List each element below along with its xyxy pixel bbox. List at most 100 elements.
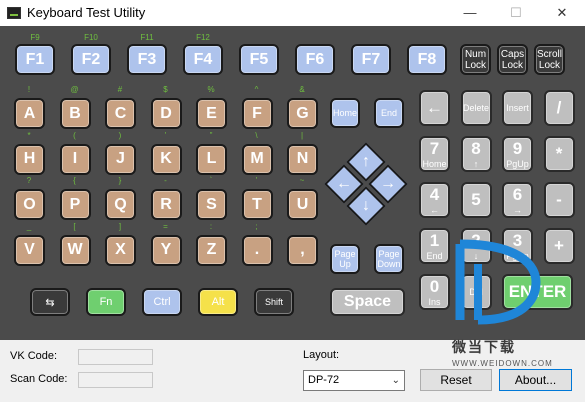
key-f8[interactable]: F8: [407, 44, 447, 75]
key-label: W: [67, 241, 83, 258]
lock-key[interactable]: Num Lock: [460, 44, 491, 75]
key-letter[interactable]: V: [14, 234, 45, 266]
numpad-key[interactable]: 6 →: [502, 182, 533, 218]
key-letter[interactable]: E: [196, 98, 227, 129]
key-f5[interactable]: F5: [239, 44, 279, 75]
numpad-key[interactable]: 0 Ins: [419, 274, 450, 310]
key-letter[interactable]: R: [150, 189, 182, 220]
key-label: F1: [25, 50, 45, 68]
letter-sublabel: (: [73, 130, 76, 140]
numpad-key[interactable]: 4 ←: [419, 182, 450, 218]
modifier-⇆[interactable]: ⇆: [30, 288, 70, 316]
nav-key-label: Page Down: [377, 249, 401, 269]
letter-sublabel: ): [118, 130, 122, 140]
key-f1[interactable]: F1: [15, 44, 55, 75]
key-label: R: [160, 195, 172, 213]
key-f3[interactable]: F3: [127, 44, 167, 75]
numpad-key[interactable]: ←: [419, 90, 450, 126]
numpad-key-label: 9: [512, 139, 523, 158]
key-page-down[interactable]: Page Down: [374, 244, 404, 274]
key-letter[interactable]: J: [105, 143, 136, 175]
about-button[interactable]: About...: [499, 369, 572, 391]
modifier-label: Alt: [211, 296, 225, 308]
key-letter[interactable]: C: [105, 98, 136, 129]
key-letter[interactable]: K: [150, 143, 182, 175]
numpad-key[interactable]: -: [543, 182, 575, 218]
key-letter[interactable]: B: [59, 98, 91, 129]
key-letter[interactable]: H: [14, 143, 45, 175]
modifier-alt[interactable]: Alt: [198, 288, 238, 316]
space-label: Space: [343, 293, 392, 310]
key-letter[interactable]: G: [287, 98, 318, 129]
nav-key-label: Home: [332, 108, 357, 118]
key-label: ,: [300, 241, 305, 258]
space-key[interactable]: Space: [330, 288, 405, 316]
key-label: F7: [361, 50, 381, 68]
lock-key[interactable]: Scroll Lock: [534, 44, 565, 75]
key-letter[interactable]: W: [59, 234, 91, 266]
numpad-key[interactable]: 5: [460, 182, 492, 218]
fkey-sublabel: F12: [196, 33, 210, 42]
numpad-key-sublabel: Ins: [428, 297, 441, 307]
key-label: S: [206, 195, 217, 213]
key-label: I: [72, 150, 78, 167]
key-letter[interactable]: P: [59, 189, 91, 220]
chevron-down-icon: ⌄: [391, 375, 400, 386]
maximize-button[interactable]: ☐: [493, 0, 539, 26]
key-letter[interactable]: Q: [105, 189, 136, 220]
key-letter[interactable]: D: [150, 98, 182, 129]
numpad-key-label: /: [556, 98, 562, 117]
lock-key-label: Caps Lock: [500, 48, 525, 71]
modifier-ctrl[interactable]: Ctrl: [142, 288, 182, 316]
key-letter[interactable]: ,: [287, 234, 318, 266]
letter-sublabel: ?: [26, 176, 32, 185]
key-label: O: [23, 195, 36, 213]
numpad-key-label: 6: [512, 185, 523, 204]
numpad-key[interactable]: 7 Home: [419, 136, 450, 172]
layout-select[interactable]: DP-72 ⌄: [303, 370, 405, 391]
key-letter[interactable]: I: [59, 143, 91, 175]
key-f7[interactable]: F7: [351, 44, 391, 75]
modifier-label: Shift: [264, 297, 283, 307]
reset-button[interactable]: Reset: [420, 369, 492, 391]
key-letter[interactable]: S: [196, 189, 227, 220]
keyboard-test-window: Keyboard Test Utility — ☐ ✕ F9 F1 F10 F2 F11…: [0, 0, 585, 402]
numpad-key-label: 5: [471, 190, 481, 209]
numpad-key[interactable]: Delete: [460, 90, 492, 126]
key-letter[interactable]: O: [14, 189, 45, 220]
modifier-fn[interactable]: Fn: [86, 288, 126, 316]
key-home[interactable]: Home: [330, 98, 360, 128]
key-letter[interactable]: L: [196, 143, 227, 175]
key-page-up[interactable]: Page Up: [330, 244, 360, 274]
key-label: J: [116, 150, 125, 167]
key-f4[interactable]: F4: [183, 44, 223, 75]
key-f6[interactable]: F6: [295, 44, 335, 75]
modifier-shift[interactable]: Shift: [254, 288, 294, 316]
numpad-key-sublabel: ↑: [473, 159, 479, 169]
numpad-key[interactable]: 1 End: [419, 228, 450, 264]
key-letter[interactable]: N: [287, 143, 318, 175]
key-letter[interactable]: X: [105, 234, 136, 266]
key-letter[interactable]: U: [287, 189, 318, 220]
key-letter[interactable]: T: [241, 189, 273, 220]
numpad-key[interactable]: /: [543, 90, 575, 126]
key-letter[interactable]: .: [241, 234, 273, 266]
numpad-key[interactable]: *: [543, 136, 575, 172]
key-end[interactable]: End: [374, 98, 404, 128]
key-letter[interactable]: M: [241, 143, 273, 175]
letter-sublabel: =: [163, 221, 168, 231]
letter-sublabel: *: [27, 130, 31, 140]
fkey-sublabel: F9: [30, 33, 40, 42]
key-letter[interactable]: A: [14, 98, 45, 129]
key-label: P: [69, 195, 81, 213]
numpad-key[interactable]: 9 PgUp: [502, 136, 533, 172]
close-button[interactable]: ✕: [539, 0, 585, 26]
key-letter[interactable]: Z: [196, 234, 227, 266]
key-letter[interactable]: Y: [150, 234, 182, 266]
lock-key[interactable]: Caps Lock: [497, 44, 528, 75]
numpad-key[interactable]: 8 ↑: [460, 136, 492, 172]
key-f2[interactable]: F2: [71, 44, 111, 75]
key-letter[interactable]: F: [241, 98, 273, 129]
minimize-button[interactable]: —: [447, 0, 493, 26]
numpad-key[interactable]: Insert: [502, 90, 533, 126]
